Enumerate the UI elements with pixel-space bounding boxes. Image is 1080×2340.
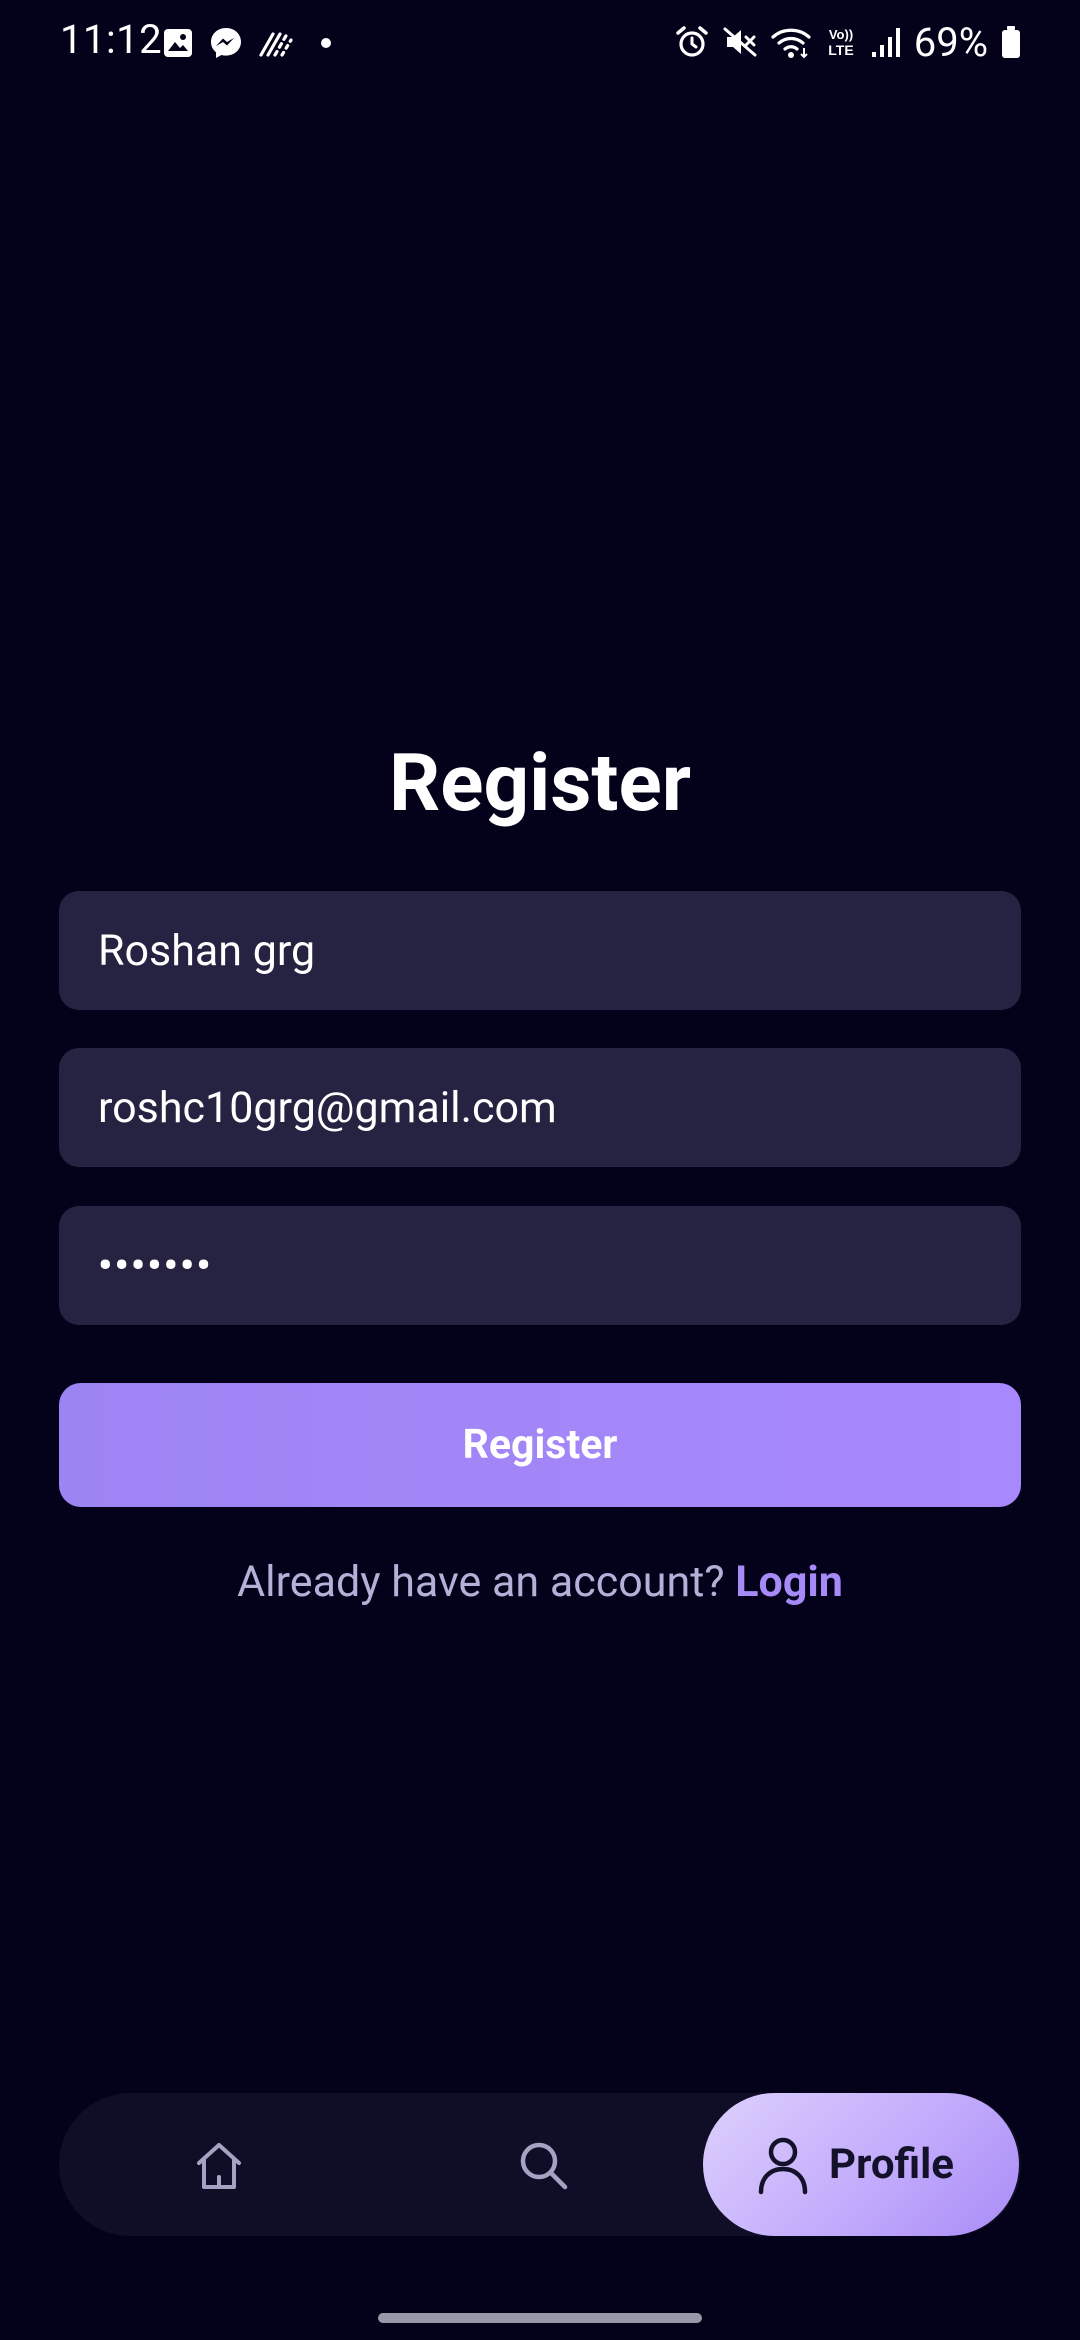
- mute-icon: [722, 24, 758, 60]
- search-icon: [520, 2142, 568, 2190]
- status-bar: 11:12 Vo)) LTE 69%: [0, 0, 1080, 84]
- battery-icon: [1000, 24, 1022, 60]
- nav-profile-label: Profile: [829, 2140, 954, 2189]
- system-icons: Vo)) LTE 69%: [674, 18, 1022, 66]
- login-row: Already have an account? Login: [0, 1552, 1080, 1612]
- slashes-icon: [258, 28, 294, 58]
- bottom-nav: Profile: [59, 2093, 1021, 2236]
- login-prompt: Already have an account?: [237, 1557, 725, 1607]
- signal-icon: [870, 25, 902, 59]
- notification-icons: [162, 25, 332, 61]
- messenger-icon: [208, 25, 244, 61]
- home-icon: [197, 2143, 241, 2189]
- login-link[interactable]: Login: [735, 1557, 843, 1607]
- gallery-icon: [162, 27, 194, 59]
- wifi-icon: [770, 24, 812, 60]
- volte-icon: Vo)) LTE: [824, 24, 858, 60]
- home-indicator[interactable]: [378, 2313, 702, 2323]
- nav-home-button[interactable]: [190, 2137, 248, 2195]
- register-button[interactable]: Register: [59, 1383, 1021, 1507]
- password-field[interactable]: •••••••: [59, 1206, 1021, 1325]
- page-title: Register: [389, 736, 691, 830]
- nav-search-button[interactable]: [515, 2137, 571, 2193]
- battery-percent: 69%: [913, 18, 988, 66]
- name-field[interactable]: Roshan grg: [59, 891, 1021, 1010]
- status-time: 11:12: [60, 16, 163, 63]
- profile-icon: [758, 2137, 808, 2194]
- svg-text:Vo)): Vo)): [829, 27, 853, 42]
- svg-text:LTE: LTE: [828, 42, 853, 58]
- email-field[interactable]: roshc10grg@gmail.com: [59, 1048, 1021, 1167]
- dot-icon: [320, 37, 332, 49]
- alarm-icon: [674, 24, 710, 60]
- nav-profile-button[interactable]: Profile: [703, 2093, 1019, 2236]
